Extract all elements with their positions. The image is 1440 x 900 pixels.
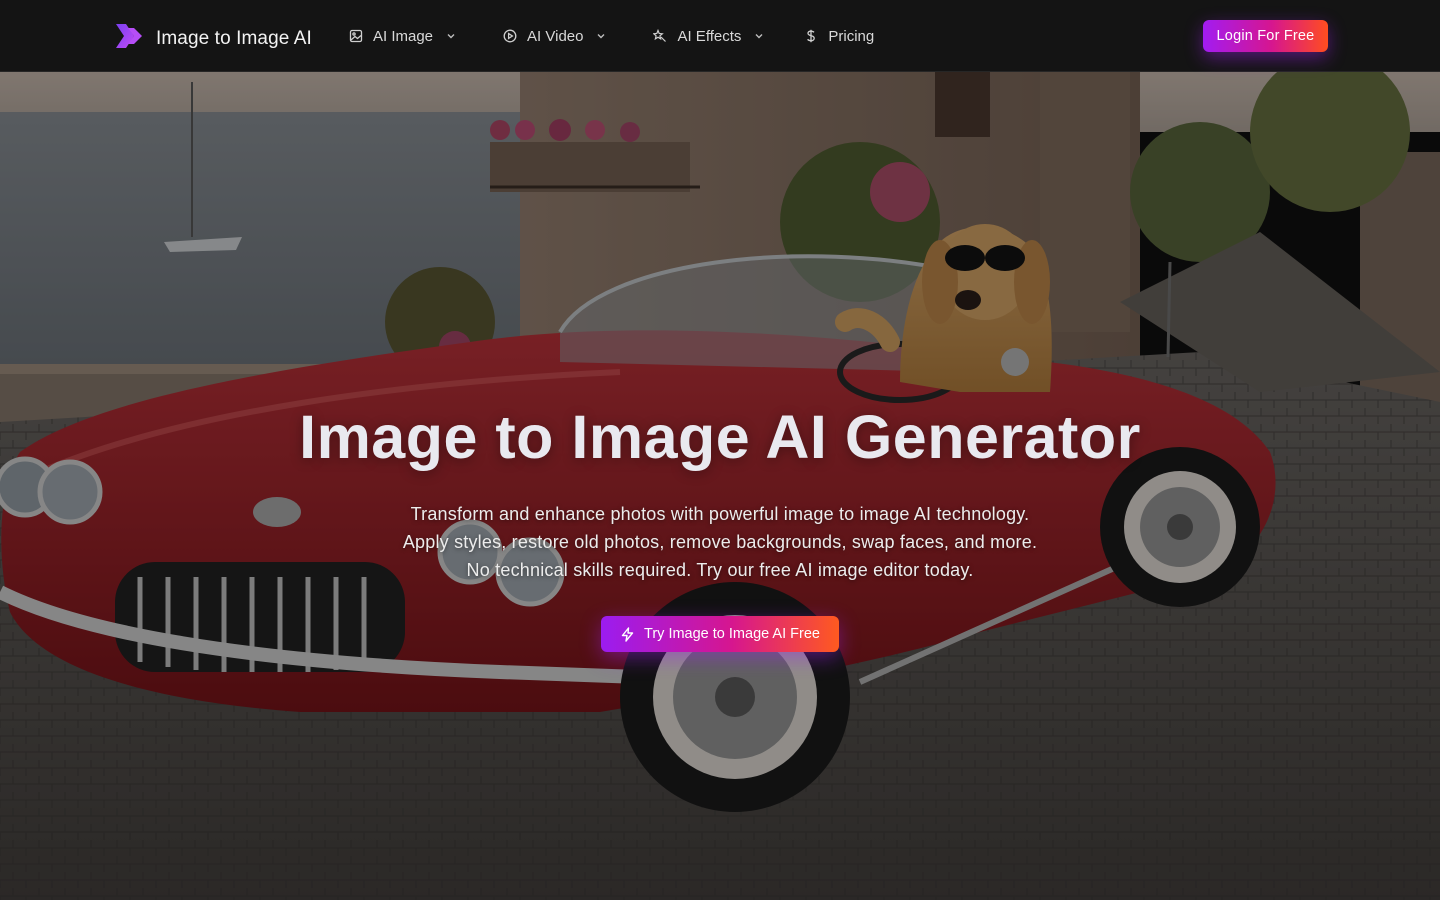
chevron-down-icon	[754, 31, 764, 41]
nav-item-ai-effects[interactable]: AI Effects	[653, 16, 764, 56]
brand-name: Image to Image AI	[156, 27, 312, 49]
main-menu: AI Image AI Video AI Effects Pricing	[349, 0, 874, 72]
nav-item-label: AI Effects	[677, 27, 742, 45]
brand-logo-link[interactable]: Image to Image AI	[114, 22, 312, 55]
hero-description-line: Transform and enhance photos with powerf…	[410, 504, 1030, 524]
image-icon	[349, 29, 363, 43]
hero-description-line: Apply styles, restore old photos, remove…	[402, 532, 1038, 552]
dollar-icon	[804, 29, 818, 43]
hero-description-line: No technical skills required. Try our fr…	[466, 560, 974, 580]
nav-item-pricing[interactable]: Pricing	[804, 16, 874, 56]
nav-item-ai-image[interactable]: AI Image	[349, 16, 456, 56]
hero-description: Transform and enhance photos with powerf…	[0, 500, 1440, 584]
try-free-cta-button[interactable]: Try Image to Image AI Free	[601, 616, 839, 652]
top-navbar: Image to Image AI AI Image AI Video AI E…	[0, 0, 1440, 72]
nav-item-label: Pricing	[828, 27, 875, 45]
cta-label: Try Image to Image AI Free	[644, 626, 820, 642]
play-circle-icon	[503, 29, 517, 43]
chevron-down-icon	[446, 31, 456, 41]
login-button[interactable]: Login For Free	[1203, 20, 1328, 52]
hero-dark-overlay	[0, 72, 1440, 900]
nav-item-ai-video[interactable]: AI Video	[503, 16, 606, 56]
hero-section: Image to Image AI Generator Transform an…	[0, 72, 1440, 900]
hero-title: Image to Image AI Generator	[299, 403, 1141, 471]
nav-item-label: AI Video	[527, 27, 584, 45]
lightning-icon	[620, 626, 635, 642]
chevron-down-icon	[596, 31, 606, 41]
chevron-double-right-logo-icon	[114, 22, 144, 55]
nav-item-label: AI Image	[373, 27, 434, 45]
sparkle-wand-icon	[653, 29, 667, 43]
